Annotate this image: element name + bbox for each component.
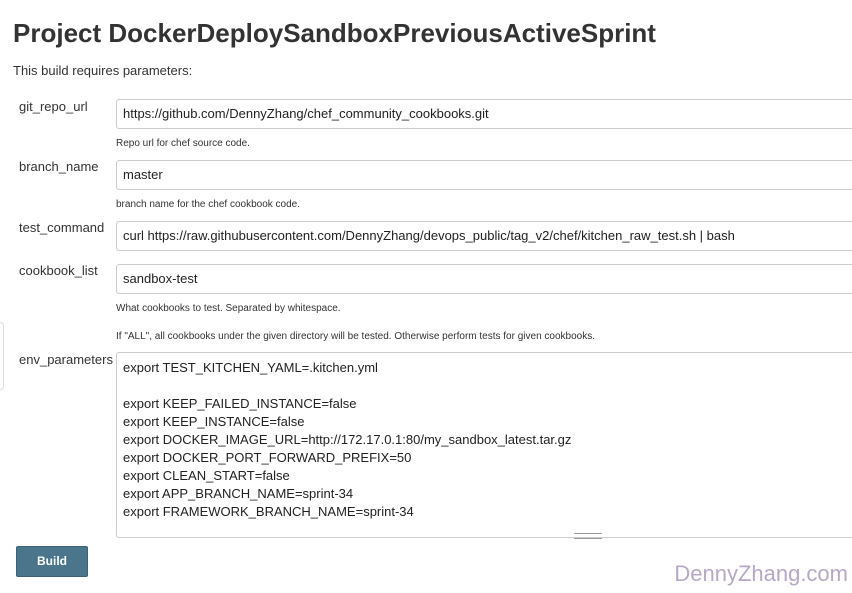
left-edge-tab bbox=[0, 322, 4, 390]
watermark: DennyZhang.com bbox=[674, 561, 848, 586]
cookbook-list-help-2: If "ALL", all cookbooks under the given … bbox=[116, 331, 595, 342]
env-line: export CLEAN_START=false bbox=[123, 468, 290, 483]
env-line: export TEST_KITCHEN_YAML=.kitchen.yml bbox=[123, 360, 378, 375]
env-line: export DOCKER_PORT_FORWARD_PREFIX=50 bbox=[123, 450, 412, 465]
git-repo-url-input[interactable]: https://github.com/DennyZhang/chef_commu… bbox=[116, 99, 852, 129]
branch-name-label: branch_name bbox=[19, 159, 99, 174]
env-line bbox=[123, 377, 852, 395]
parameters-intro: This build requires parameters: bbox=[13, 63, 193, 78]
test-command-input[interactable]: curl https://raw.githubusercontent.com/D… bbox=[116, 221, 852, 251]
build-button[interactable]: Build bbox=[16, 546, 88, 577]
branch-name-help: branch name for the chef cookbook code. bbox=[116, 199, 301, 210]
page-title: Project DockerDeploySandboxPreviousActiv… bbox=[13, 18, 656, 48]
env-line: export FRAMEWORK_BRANCH_NAME=sprint-34 bbox=[123, 504, 414, 519]
env-line: export DOCKER_IMAGE_URL=http://172.17.0.… bbox=[123, 432, 572, 447]
env-line: export APP_BRANCH_NAME=sprint-34 bbox=[123, 486, 354, 501]
git-repo-url-help: Repo url for chef source code. bbox=[116, 138, 250, 149]
cookbook-list-input[interactable]: sandbox-test bbox=[116, 264, 852, 294]
env-parameters-label: env_parameters bbox=[19, 352, 113, 367]
env-parameters-textarea[interactable]: export TEST_KITCHEN_YAML=.kitchen.yml ex… bbox=[116, 352, 852, 538]
branch-name-input[interactable]: master bbox=[116, 160, 852, 190]
cookbook-list-label: cookbook_list bbox=[19, 263, 98, 278]
env-line: export KEEP_INSTANCE=false bbox=[123, 414, 305, 429]
test-command-label: test_command bbox=[19, 220, 105, 235]
textarea-resize-handle[interactable] bbox=[574, 533, 602, 539]
git-repo-url-label: git_repo_url bbox=[19, 99, 88, 114]
cookbook-list-help-1: What cookbooks to test. Separated by whi… bbox=[116, 303, 341, 314]
env-line: export KEEP_FAILED_INSTANCE=false bbox=[123, 396, 357, 411]
